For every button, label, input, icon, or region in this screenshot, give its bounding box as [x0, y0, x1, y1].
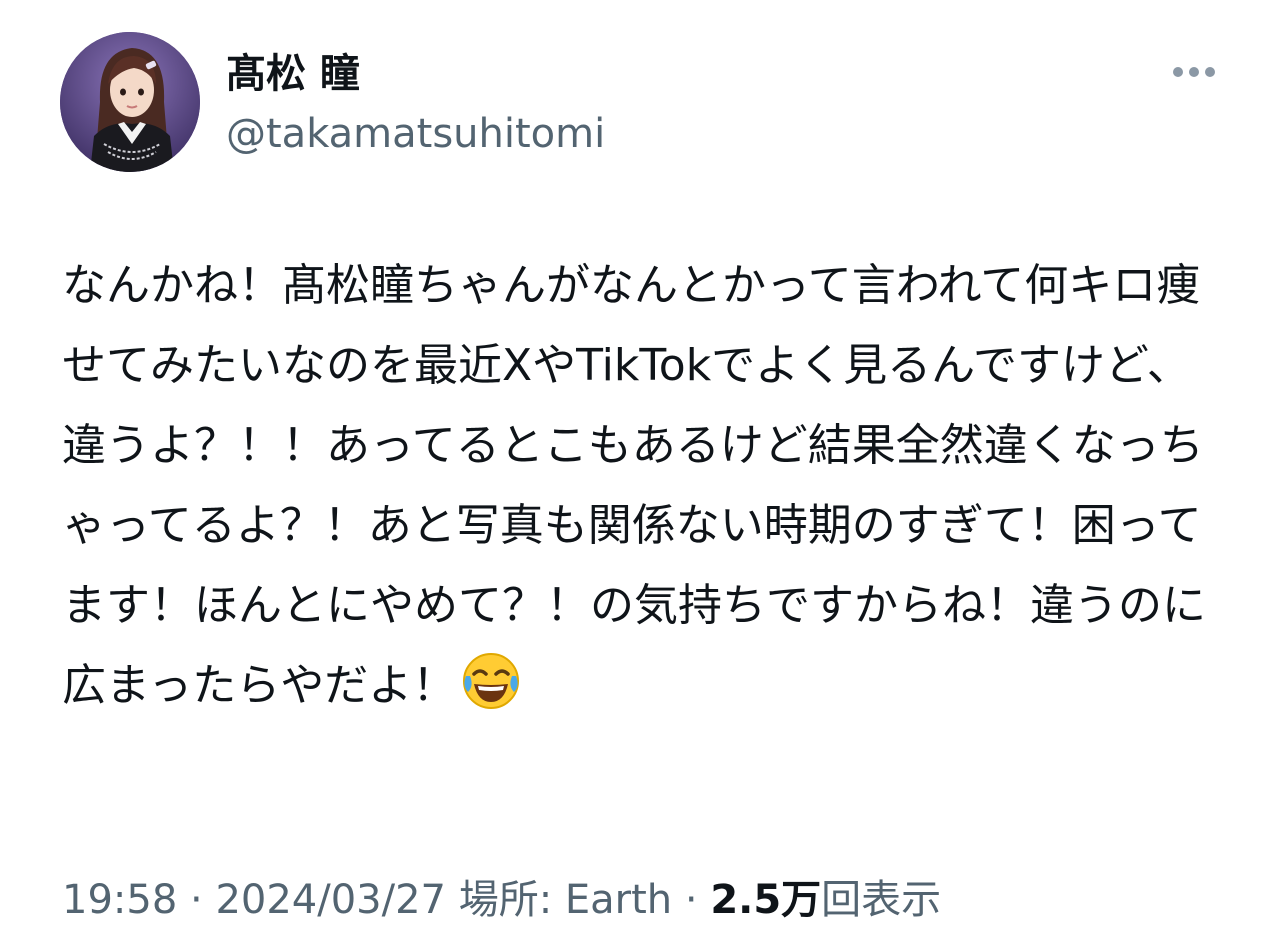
avatar-image [60, 32, 200, 172]
views-label: 回表示 [821, 877, 942, 923]
avatar[interactable] [60, 32, 200, 172]
tweet-time[interactable]: 19:58 [62, 877, 177, 923]
face-with-tears-of-joy-emoji [460, 650, 522, 712]
author-display-name[interactable]: 髙松 瞳 [226, 46, 360, 102]
author-handle[interactable]: @takamatsuhitomi [226, 106, 605, 162]
tweet-text: なんかね！髙松瞳ちゃんがなんとかって言われて何キロ痩せてみたいなのを最近XやTi… [62, 246, 1222, 726]
tweet-meta: 19:58 · 2024/03/27 場所: Earth · 2.5万回表示 [62, 872, 941, 928]
meta-separator: · [672, 877, 711, 923]
tweet-date[interactable]: 2024/03/27 [215, 877, 446, 923]
meta-separator: · [177, 877, 216, 923]
views-count[interactable]: 2.5万 [710, 877, 821, 923]
tweet-card: 髙松 瞳 @takamatsuhitomi なんかね！髙松瞳ちゃんがなんとかって… [0, 0, 1280, 939]
tweet-location: 場所: Earth [445, 877, 673, 923]
more-horizontal-icon [1173, 67, 1215, 77]
tweet-text-content: なんかね！髙松瞳ちゃんがなんとかって言われて何キロ痩せてみたいなのを最近XやTi… [62, 260, 1206, 711]
more-options-button[interactable] [1168, 56, 1220, 88]
